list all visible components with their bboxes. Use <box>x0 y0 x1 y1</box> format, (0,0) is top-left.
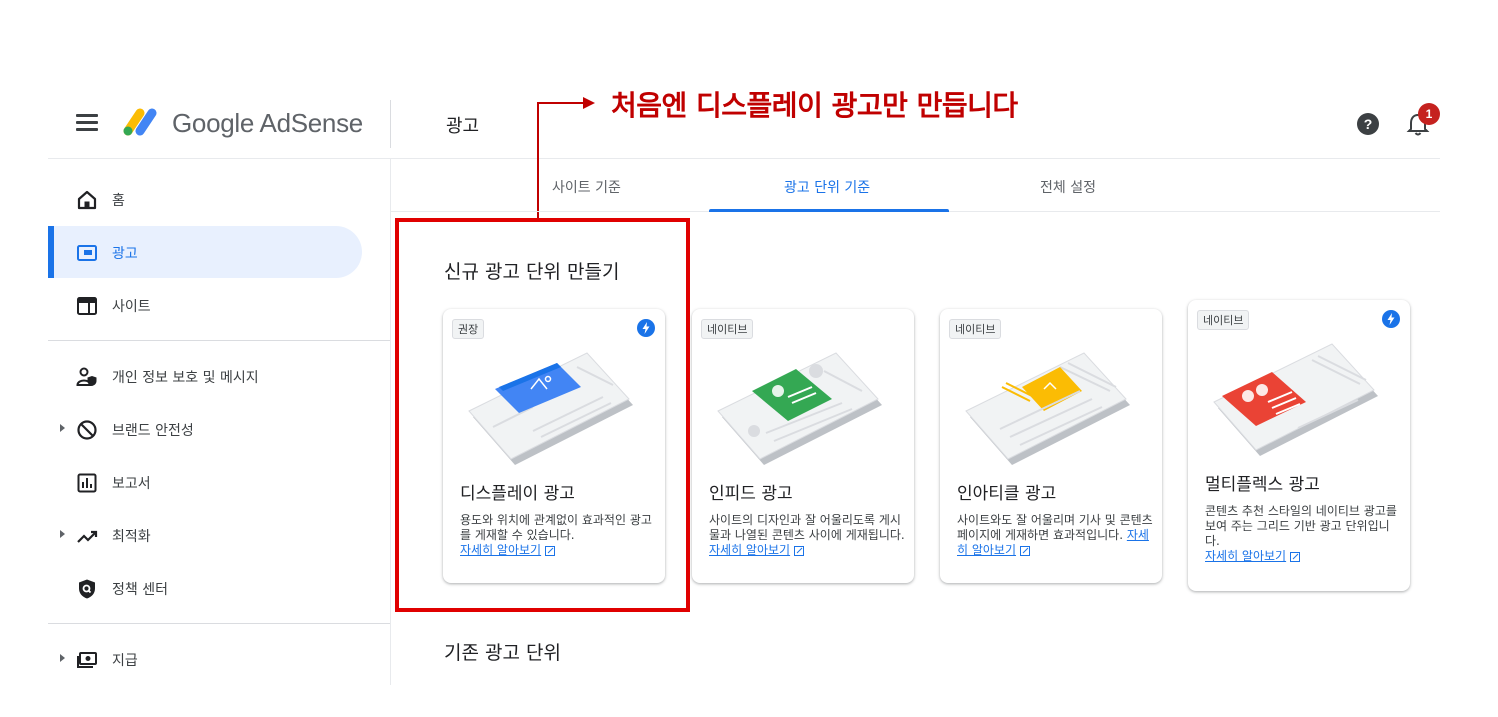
card-title: 멀티플렉스 광고 <box>1205 475 1320 495</box>
sidebar-item-label: 광고 <box>112 246 138 262</box>
adsense-logo-icon <box>123 108 157 136</box>
menu-icon[interactable] <box>76 114 98 131</box>
sidebar-item-payments[interactable]: 지급 <box>48 633 362 685</box>
card-badge: 네이티브 <box>701 319 754 339</box>
policy-shield-icon <box>79 579 95 599</box>
learn-more-link[interactable]: 자세히 알아보기 <box>1205 549 1286 563</box>
expand-caret-icon[interactable] <box>60 654 65 662</box>
block-icon <box>77 420 97 440</box>
open-in-new-icon <box>794 545 805 556</box>
section-title-existing-ad-units: 기존 광고 단위 <box>444 642 561 664</box>
ads-icon <box>77 245 97 261</box>
card-badge: 네이티브 <box>1197 310 1250 330</box>
expand-caret-icon[interactable] <box>60 530 65 538</box>
card-badge: 네이티브 <box>949 319 1002 339</box>
annotation-arrowhead <box>583 97 595 109</box>
card-description: 콘텐츠 추천 스타일의 네이티브 광고를 보여 주는 그리드 기반 광고 단위입… <box>1205 504 1401 564</box>
bolt-icon <box>1382 310 1400 328</box>
sidebar-item-policy-center[interactable]: 정책 센터 <box>48 562 362 614</box>
sidebar-item-reports[interactable]: 보고서 <box>48 456 362 508</box>
reports-icon <box>77 473 97 493</box>
sidebar-item-label: 브랜드 안전성 <box>112 423 194 439</box>
multiplex-ad-illustration <box>1213 343 1378 456</box>
sidebar-item-label: 보고서 <box>112 476 151 492</box>
sidebar-divider <box>48 340 390 341</box>
annotation-text: 처음엔 디스플레이 광고만 만듭니다 <box>611 89 1018 122</box>
trending-up-icon <box>77 530 98 543</box>
sidebar-item-label: 개인 정보 보호 및 메시지 <box>112 370 259 386</box>
active-tab-indicator <box>709 209 949 212</box>
card-description-text: 콘텐츠 추천 스타일의 네이티브 광고를 보여 주는 그리드 기반 광고 단위입… <box>1205 504 1397 548</box>
page-title: 광고 <box>446 116 480 137</box>
card-description: 사이트와도 잘 어울리며 기사 및 콘텐츠 페이지에 게재하면 효과적입니다. … <box>957 513 1153 558</box>
notification-badge: 1 <box>1418 103 1440 125</box>
open-in-new-icon <box>1020 545 1031 556</box>
privacy-icon <box>76 367 97 386</box>
tab-by-site[interactable]: 사이트 기준 <box>552 177 621 197</box>
annotation-connector-horizontal <box>537 102 587 104</box>
open-in-new-icon <box>1290 551 1301 562</box>
sidebar-item-label: 정책 센터 <box>112 582 168 598</box>
brand-name: Google AdSense <box>172 108 363 138</box>
annotation-highlight-box <box>395 218 690 612</box>
sidebar-item-home[interactable]: 홈 <box>48 173 362 225</box>
sidebar-item-label: 사이트 <box>112 299 151 315</box>
header-separator <box>390 100 391 148</box>
ad-unit-card-in-article[interactable]: 네이티브 인아티클 광고 사이트와도 잘 어울리며 기사 및 콘텐츠 페이지에 … <box>940 309 1162 583</box>
sidebar-item-ads[interactable]: 광고 <box>48 226 362 278</box>
card-description-text: 사이트의 디자인과 잘 어울리도록 게시물과 나열된 콘텐츠 사이에 게재됩니다… <box>709 513 905 542</box>
card-description-text: 사이트와도 잘 어울리며 기사 및 콘텐츠 페이지에 게재하면 효과적입니다. <box>957 513 1153 542</box>
ad-unit-card-multiplex[interactable]: 네이티브 멀티플렉스 광고 콘텐츠 추천 스타일의 네이티브 광고를 보여 주는… <box>1188 300 1410 591</box>
tab-by-ad-unit[interactable]: 광고 단위 기준 <box>784 177 870 197</box>
sidebar-item-optimization[interactable]: 최적화 <box>48 509 362 561</box>
sidebar-item-label: 홈 <box>112 193 125 209</box>
home-icon <box>77 190 97 210</box>
sidebar-border <box>390 159 391 685</box>
help-icon[interactable]: ? <box>1356 112 1380 136</box>
header-divider <box>48 158 1440 159</box>
svg-text:?: ? <box>1364 116 1373 132</box>
payments-icon <box>77 652 97 668</box>
tab-global-settings[interactable]: 전체 설정 <box>1040 177 1096 197</box>
in-feed-ad-illustration <box>717 352 882 465</box>
expand-caret-icon[interactable] <box>60 424 65 432</box>
card-title: 인아티클 광고 <box>957 484 1057 504</box>
sidebar-item-brand-safety[interactable]: 브랜드 안전성 <box>48 403 362 455</box>
in-article-ad-illustration <box>965 352 1130 465</box>
learn-more-link[interactable]: 자세히 알아보기 <box>709 543 790 557</box>
sidebar-item-sites[interactable]: 사이트 <box>48 279 362 331</box>
sites-icon <box>77 297 97 315</box>
sidebar-item-privacy-messaging[interactable]: 개인 정보 보호 및 메시지 <box>48 350 362 402</box>
card-description: 사이트의 디자인과 잘 어울리도록 게시물과 나열된 콘텐츠 사이에 게재됩니다… <box>709 513 905 558</box>
annotation-connector-vertical <box>537 102 539 218</box>
sidebar-item-label: 지급 <box>112 653 138 669</box>
card-title: 인피드 광고 <box>709 484 793 504</box>
sidebar-item-label: 최적화 <box>112 529 151 545</box>
ad-unit-card-in-feed[interactable]: 네이티브 인피드 광고 사이트의 디자인과 잘 어울리도록 게시물과 나열된 콘… <box>692 309 914 583</box>
sidebar-divider <box>48 623 390 624</box>
